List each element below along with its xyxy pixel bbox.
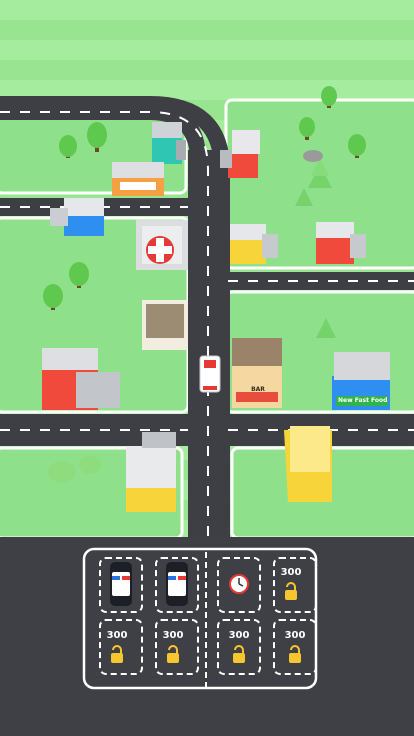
game-scene bbox=[0, 0, 414, 736]
slot-price-label: 300 bbox=[284, 630, 306, 641]
building-orange-store bbox=[112, 162, 164, 196]
fast-food-sign: New Fast Food bbox=[338, 397, 388, 404]
clock-icon[interactable] bbox=[229, 574, 249, 594]
slot-price-label: 300 bbox=[280, 567, 302, 578]
building-yellow-tower bbox=[284, 426, 332, 502]
ambulance-vehicle[interactable] bbox=[199, 355, 221, 393]
building-hospital bbox=[136, 220, 188, 270]
building-bar bbox=[232, 338, 282, 408]
police-car-icon[interactable] bbox=[110, 562, 132, 606]
police-car-icon[interactable] bbox=[166, 562, 188, 606]
rock-icon bbox=[303, 150, 323, 162]
slot-price-label: 300 bbox=[106, 630, 128, 641]
red-cross-icon bbox=[146, 236, 174, 264]
building-beige-block bbox=[142, 300, 188, 350]
slot-price-label: 300 bbox=[162, 630, 184, 641]
slot-price-label: 300 bbox=[228, 630, 250, 641]
bar-sign: BAR bbox=[251, 386, 265, 393]
building-teal bbox=[152, 122, 186, 164]
